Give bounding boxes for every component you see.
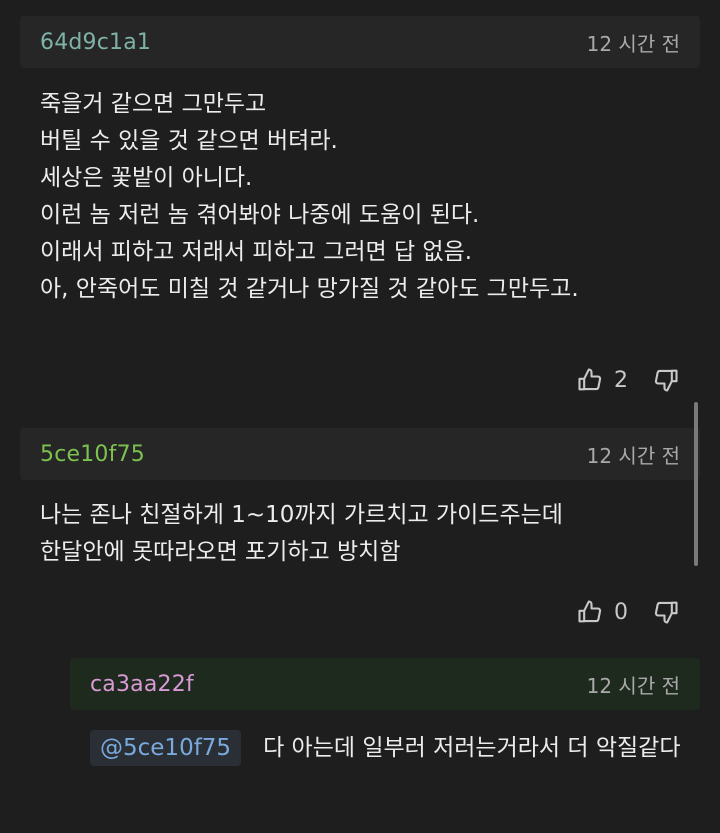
comment-header: 5ce10f75 12 시간 전 bbox=[20, 428, 700, 480]
dislike-button[interactable] bbox=[652, 366, 680, 394]
comment-line: 죽을거 같으면 그만두고 bbox=[40, 91, 267, 117]
comment-author[interactable]: ca3aa22f bbox=[90, 672, 194, 697]
comment-time: 12 시간 전 bbox=[586, 443, 680, 468]
comment-line: 아, 안죽어도 미칠 것 같거나 망가질 것 같아도 그만두고. bbox=[40, 276, 579, 302]
comment-actions: 0 bbox=[576, 598, 680, 626]
comment-author[interactable]: 5ce10f75 bbox=[40, 442, 145, 467]
like-count: 2 bbox=[614, 367, 628, 393]
thumbs-up-icon bbox=[578, 368, 602, 391]
thumbs-down-icon bbox=[654, 369, 678, 392]
comment-body: 죽을거 같으면 그만두고 버틸 수 있을 것 같으면 버텨라. 세상은 꽃밭이 … bbox=[40, 86, 579, 308]
comment-actions: 2 bbox=[576, 366, 680, 394]
dislike-button[interactable] bbox=[652, 598, 680, 626]
mention-tag[interactable]: @5ce10f75 bbox=[90, 730, 242, 766]
comment-line: 이래서 피하고 저래서 피하고 그러면 답 없음. bbox=[40, 239, 473, 265]
reply-header: ca3aa22f 12 시간 전 bbox=[70, 658, 700, 710]
comment-line: 한달안에 못따라오면 포기하고 방치함 bbox=[40, 539, 401, 565]
thumbs-down-icon bbox=[654, 601, 678, 624]
comment-line: 이런 놈 저런 놈 겪어봐야 나중에 도움이 된다. bbox=[40, 202, 480, 228]
reply-body: @5ce10f75 다 아는데 일부러 저러는거라서 더 악질같다 bbox=[90, 730, 690, 767]
like-button[interactable] bbox=[576, 598, 604, 626]
comment-line: 나는 존나 친절하게 1~10까지 가르치고 가이드주는데 bbox=[40, 502, 563, 528]
thumbs-up-icon bbox=[578, 600, 602, 623]
comment-line: 세상은 꽃밭이 아니다. bbox=[40, 165, 253, 191]
reply-text: 다 아는데 일부러 저러는거라서 더 악질같다 bbox=[263, 735, 681, 761]
comment-line: 버틸 수 있을 것 같으면 버텨라. bbox=[40, 128, 338, 154]
like-button[interactable] bbox=[576, 366, 604, 394]
comment-author[interactable]: 64d9c1a1 bbox=[40, 30, 151, 55]
comment-header: 64d9c1a1 12 시간 전 bbox=[20, 16, 700, 68]
comment-body: 나는 존나 친절하게 1~10까지 가르치고 가이드주는데 한달안에 못따라오면… bbox=[40, 497, 563, 571]
scrollbar[interactable] bbox=[694, 402, 698, 566]
comment-time: 12 시간 전 bbox=[586, 31, 680, 56]
like-count: 0 bbox=[614, 599, 628, 625]
comment-time: 12 시간 전 bbox=[586, 673, 680, 698]
